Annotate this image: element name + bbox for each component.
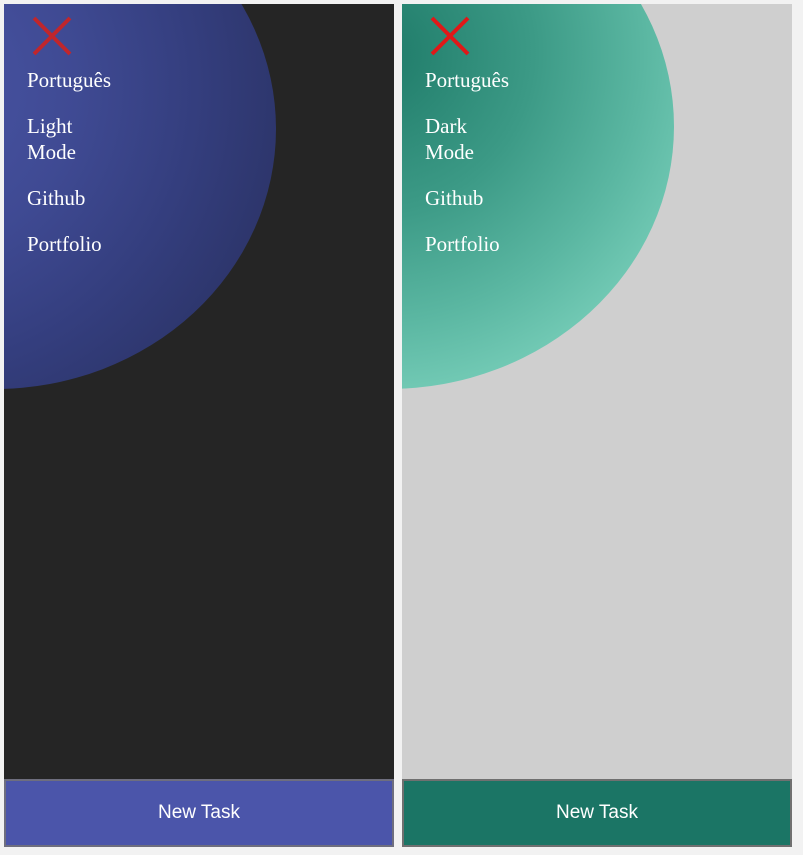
menu-item-language[interactable]: Português <box>425 67 515 93</box>
close-icon[interactable] <box>428 14 472 58</box>
light-theme-panel: Português Dark Mode Github Portfolio New… <box>402 4 792 847</box>
new-task-button[interactable]: New Task <box>4 779 394 847</box>
menu-item-theme-toggle[interactable]: Light Mode <box>27 113 117 165</box>
close-icon[interactable] <box>30 14 74 58</box>
side-menu: Português Light Mode Github Portfolio <box>27 67 117 277</box>
menu-item-portfolio[interactable]: Portfolio <box>425 231 515 257</box>
menu-item-github[interactable]: Github <box>27 185 117 211</box>
new-task-button[interactable]: New Task <box>402 779 792 847</box>
side-menu: Português Dark Mode Github Portfolio <box>425 67 515 277</box>
menu-item-language[interactable]: Português <box>27 67 117 93</box>
dark-theme-panel: Português Light Mode Github Portfolio Ne… <box>4 4 394 847</box>
menu-item-portfolio[interactable]: Portfolio <box>27 231 117 257</box>
menu-item-github[interactable]: Github <box>425 185 515 211</box>
menu-item-theme-toggle[interactable]: Dark Mode <box>425 113 515 165</box>
